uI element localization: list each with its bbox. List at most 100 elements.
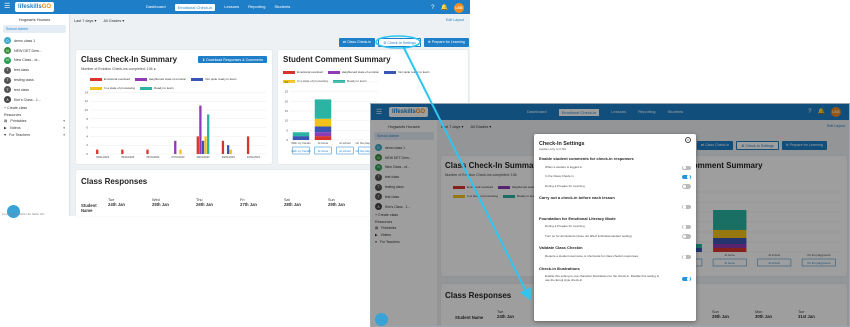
student-name-header: Student Name <box>81 198 108 213</box>
bar <box>246 136 250 154</box>
create-class-label: Create class <box>7 105 28 110</box>
nav-dashboard[interactable]: Dashboard <box>146 4 166 11</box>
bar <box>96 149 99 154</box>
class-initial-badge: N <box>4 47 11 55</box>
settings-toggle[interactable] <box>682 165 691 170</box>
legend-item: Not quite ready to learn <box>191 77 236 81</box>
sidebar-class-item[interactable]: Ttest class <box>0 65 69 75</box>
settings-toggle[interactable] <box>682 184 691 189</box>
edit-layout-link[interactable]: Edit Layout <box>446 18 464 22</box>
legend-swatch <box>327 70 340 74</box>
download-label: Download Responses & Comments <box>206 57 263 62</box>
settings-toggle[interactable] <box>682 254 691 260</box>
y-tick-label: 20 <box>285 99 289 103</box>
date-range-dropdown[interactable]: Last 7 days ▾ <box>74 18 96 23</box>
nav-students[interactable]: Students <box>275 4 291 11</box>
x-tick-label: With my friends <box>291 141 311 145</box>
summary-title: Class Check-In Summary <box>81 55 178 64</box>
bar <box>199 105 202 154</box>
sidebar-class-item[interactable]: N New Class - ot... <box>0 56 69 66</box>
chevron-down-icon: ▾ <box>63 132 65 137</box>
bar-segment <box>314 118 332 127</box>
settings-toggle[interactable] <box>682 276 691 282</box>
bar-segment <box>292 132 310 137</box>
legend-label: Not quite ready to learn <box>398 70 430 74</box>
chat-icon[interactable] <box>375 313 388 326</box>
x-tick-label: 08/01/2023 <box>197 155 211 159</box>
grades-value: All Grades <box>103 19 122 23</box>
modal-applies-to: Applies only to KJ01 <box>539 147 567 151</box>
menu-icon[interactable]: ☰ <box>4 3 11 10</box>
avatar[interactable]: LSG <box>454 3 464 13</box>
legend-label: Heightened state of emotion <box>341 70 380 74</box>
y-tick-label: 8 <box>86 117 88 121</box>
class-list: Ddemo class 1 N NEW DET Dem... N New Class -… <box>0 36 69 104</box>
create-class-button[interactable]: + Create class <box>0 104 69 111</box>
prepare-learning-button[interactable]: ⊕ Prepare for Learning <box>423 38 469 48</box>
prepare-learning-label: Prepare for Learning <box>431 39 465 44</box>
sidebar-item-for-teachers[interactable]: ♥ For Teachers ▾ <box>0 132 69 139</box>
nav-lessons[interactable]: Lessons <box>224 4 239 11</box>
day-date: 25th Jan <box>152 202 169 207</box>
legend-label: Emotional overload <box>104 77 130 81</box>
sidebar-item-school-admin[interactable]: School Admin <box>3 25 66 33</box>
bar <box>179 149 182 154</box>
download-responses-button[interactable]: ⬇ Download Responses & Comments <box>198 56 267 64</box>
checkin-settings-button[interactable]: ⚙ Check-In Settings <box>378 38 421 48</box>
legend-label: Not quite ready to learn <box>205 77 237 81</box>
settings-row-label: During a Prepare for Learning <box>545 183 585 188</box>
bar-segment <box>314 136 332 140</box>
class-name: test class <box>14 87 29 92</box>
grades-dropdown[interactable]: All Grades ▾ <box>104 18 125 23</box>
sidebar-item-videos[interactable]: ▶ Videos ▾ <box>0 125 69 132</box>
logo-go: GO <box>41 4 52 10</box>
bell-icon[interactable]: 🔔 <box>441 5 448 12</box>
settings-toggle[interactable] <box>682 225 691 230</box>
y-tick-label: 4 <box>86 134 88 138</box>
nav-reporting[interactable]: Reporting <box>248 4 265 11</box>
sidebar-class-item[interactable]: Ttesting class <box>0 75 69 85</box>
sidebar-item-printables[interactable]: ▤ Printables ▾ <box>0 118 69 125</box>
chevron-down-icon: ▾ <box>63 119 65 124</box>
legend-swatch <box>283 70 295 74</box>
y-tick-label: 10 <box>285 119 289 123</box>
y-tick-label: 0 <box>286 138 288 142</box>
for-teachers-label: For Teachers <box>9 132 31 137</box>
settings-row-label: Require a student username or shortcode … <box>545 254 639 259</box>
x-tick-label: 10/01/2023 <box>247 155 261 159</box>
sidebar-class-item[interactable]: N NEW DET Dem... <box>0 46 69 56</box>
class-initial-badge: T <box>4 76 11 84</box>
filter-bar: Last 7 days ▾ All Grades ▾ Edit Layout <box>74 18 466 23</box>
class-name: Kim's Class - 1... <box>14 97 41 102</box>
class-initial-badge: T <box>4 86 11 94</box>
bar <box>207 114 210 154</box>
day-header: Sat28th Jan <box>284 198 328 213</box>
legend-swatch <box>384 70 397 74</box>
help-icon[interactable]: ? <box>431 5 434 12</box>
x-tick-label: 06/01/2023 <box>146 155 160 159</box>
date-range-value: Last 7 days <box>74 19 94 23</box>
class-responses-title: Class Responses <box>81 177 148 186</box>
day-header: Thu26th Jan <box>196 198 240 213</box>
bar-segment <box>314 99 332 119</box>
settings-toggle[interactable] <box>682 204 691 210</box>
bar-segment <box>292 136 310 140</box>
class-checkin-button[interactable]: ⇄ Class Check-in <box>339 38 376 48</box>
sidebar-class-item[interactable]: A Kim's Class - 1... <box>0 95 69 105</box>
x-tick-label: At school <box>339 141 351 145</box>
nav-emotional-checkin[interactable]: Emotional Check-in <box>174 4 216 11</box>
bar <box>121 149 124 154</box>
settings-toggle[interactable] <box>682 174 691 180</box>
app-logo[interactable]: lifeskillsGO <box>15 2 55 12</box>
printer-icon: ▤ <box>4 119 8 124</box>
settings-toggle[interactable] <box>682 234 691 239</box>
close-icon[interactable]: × <box>685 137 691 143</box>
class-initial-badge: A <box>4 96 11 104</box>
sidebar-class-item[interactable]: Ttest class <box>0 85 69 95</box>
y-tick-label: 12 <box>85 99 89 103</box>
chevron-down-icon: ▾ <box>63 126 65 131</box>
settings-section-heading: Enable student comments for check-in res… <box>539 156 634 161</box>
sidebar: Hogwarts Houses School Admin Ddemo class… <box>0 14 70 216</box>
info-icon[interactable]: ● <box>154 67 156 71</box>
sidebar-class-item[interactable]: Ddemo class 1 <box>0 36 69 46</box>
